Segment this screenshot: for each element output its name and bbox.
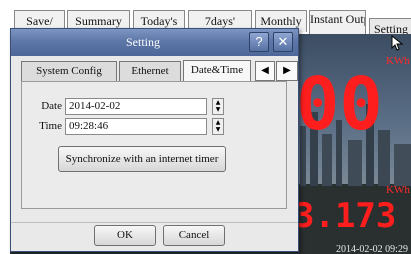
time-field[interactable]: 09:28:46 bbox=[65, 118, 207, 135]
date-label: Date bbox=[41, 100, 62, 112]
triangle-up-icon[interactable]: ▲ bbox=[213, 99, 223, 106]
energy-reading: 3.173 bbox=[294, 196, 397, 236]
triangle-down-icon[interactable]: ▼ bbox=[213, 106, 223, 113]
triangle-left-icon: ◀ bbox=[261, 65, 269, 76]
timestamp: 2014-02-02 09:29 bbox=[336, 244, 408, 254]
kwh-label-top: KWh bbox=[386, 55, 410, 67]
dialog-tab-bar: System Config Ethernet Date&Time ◀ ▶ bbox=[21, 60, 298, 81]
date-field[interactable]: 2014-02-02 bbox=[65, 98, 207, 115]
dialog-titlebar[interactable]: Setting ? ✕ bbox=[11, 29, 298, 56]
close-button[interactable]: ✕ bbox=[273, 32, 293, 52]
tab-date-time[interactable]: Date&Time bbox=[183, 60, 251, 81]
kwh-label-bottom: KWh bbox=[386, 184, 410, 196]
mouse-pointer-icon bbox=[391, 35, 404, 51]
setting-dialog: Setting ? ✕ System Config Ethernet Date&… bbox=[10, 28, 299, 252]
triangle-right-icon: ▶ bbox=[283, 65, 291, 76]
time-spinner[interactable]: ▲ ▼ bbox=[212, 118, 224, 135]
date-time-panel: Date 2014-02-02 ▲ ▼ Time 09:28:46 ▲ ▼ Sy… bbox=[21, 81, 287, 209]
sync-internet-time-button[interactable]: Synchronize with an internet timer bbox=[58, 146, 226, 172]
next-tab-arrow[interactable]: ▶ bbox=[276, 61, 298, 81]
prev-tab-arrow[interactable]: ◀ bbox=[255, 61, 275, 81]
date-spinner[interactable]: ▲ ▼ bbox=[212, 98, 224, 115]
cancel-button[interactable]: Cancel bbox=[163, 225, 225, 246]
help-button[interactable]: ? bbox=[249, 32, 269, 52]
dialog-title: Setting bbox=[125, 35, 160, 49]
tab-ethernet[interactable]: Ethernet bbox=[119, 61, 181, 81]
triangle-down-icon[interactable]: ▼ bbox=[213, 126, 223, 133]
big-digit-display: 00 bbox=[296, 62, 383, 146]
footer-divider bbox=[11, 222, 298, 223]
triangle-up-icon[interactable]: ▲ bbox=[213, 119, 223, 126]
ok-button[interactable]: OK bbox=[94, 225, 156, 246]
time-label: Time bbox=[39, 120, 62, 132]
tab-system-config[interactable]: System Config bbox=[21, 61, 117, 81]
